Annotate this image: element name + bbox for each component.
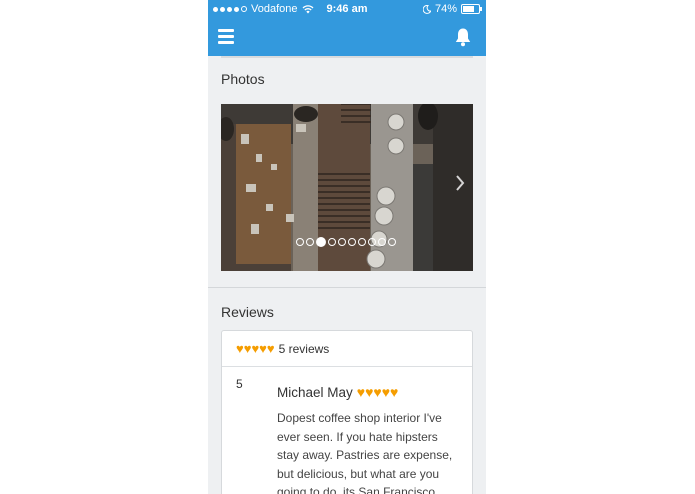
battery-info: 74% (422, 3, 482, 15)
reviews-summary: ♥♥♥♥♥ 5 reviews (222, 331, 472, 367)
top-navbar (208, 18, 486, 56)
reviews-heading: Reviews (221, 304, 274, 320)
app-screen: Vodafone 9:46 am 74% Photos Reviews ♥♥♥♥… (208, 0, 486, 494)
carousel-pager (296, 237, 396, 247)
carousel-page-dot[interactable] (348, 238, 356, 246)
carousel-next-arrow-icon[interactable] (455, 174, 465, 192)
review-count[interactable]: 5 reviews (279, 342, 330, 356)
review-author[interactable]: Michael May (277, 385, 353, 400)
status-bar: Vodafone 9:46 am 74% (208, 0, 486, 18)
carousel-page-dot[interactable] (358, 238, 366, 246)
bell-icon[interactable] (454, 27, 472, 47)
moon-icon (422, 4, 431, 14)
content-divider (221, 56, 473, 58)
carousel-page-dot[interactable] (328, 238, 336, 246)
rating-hearts-icon: ♥♥♥♥♥ (236, 341, 275, 356)
review-author-row: Michael May ♥♥♥♥♥ (277, 384, 398, 400)
section-separator (208, 287, 486, 288)
photo-carousel[interactable] (221, 104, 473, 271)
review-score: 5 (236, 377, 243, 391)
photos-heading: Photos (221, 71, 265, 87)
carousel-page-dot[interactable] (368, 238, 376, 246)
carousel-page-dot[interactable] (378, 238, 386, 246)
review-hearts-icon: ♥♥♥♥♥ (356, 384, 399, 400)
review-text: Dopest coffee shop interior I've ever se… (277, 411, 453, 494)
carousel-page-dot[interactable] (296, 238, 304, 246)
carousel-page-dot[interactable] (338, 238, 346, 246)
carousel-page-dot[interactable] (388, 238, 396, 246)
carousel-page-dot[interactable] (306, 238, 314, 246)
battery-percent: 74% (434, 3, 457, 15)
carousel-page-dot-active[interactable] (316, 237, 326, 247)
battery-icon (461, 4, 482, 14)
reviews-card: ♥♥♥♥♥ 5 reviews 5 Michael May ♥♥♥♥♥ Dope… (221, 330, 473, 494)
hamburger-menu-icon[interactable] (218, 29, 234, 44)
